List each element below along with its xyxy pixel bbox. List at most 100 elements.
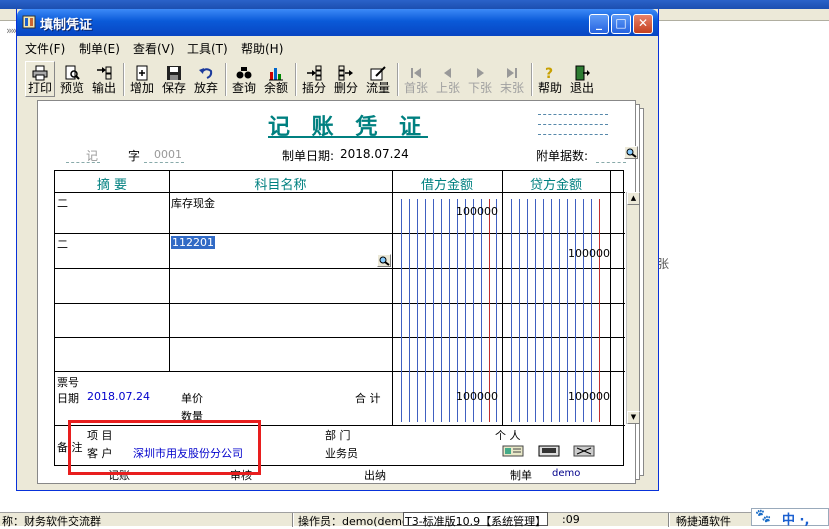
help-label: 帮助 bbox=[537, 81, 562, 95]
voucher-zi-label: 字 bbox=[128, 149, 141, 163]
background-window-titlebar bbox=[0, 0, 829, 9]
menu-bar: 文件(F) 制单(E) 查看(V) 工具(T) 帮助(H) bbox=[17, 37, 658, 57]
exit-button[interactable]: 退出 bbox=[567, 61, 597, 97]
scroll-up-arrow[interactable]: ▲ bbox=[627, 192, 640, 205]
next-voucher-button[interactable]: 下张 bbox=[465, 61, 495, 97]
paw-icon[interactable]: 🐾 bbox=[755, 509, 771, 524]
row-summary[interactable]: 二 bbox=[57, 195, 68, 211]
row-summary[interactable]: 二 bbox=[57, 236, 68, 252]
last-voucher-button[interactable]: 末张 bbox=[497, 61, 527, 97]
print-button[interactable]: 打印 bbox=[25, 61, 55, 97]
menu-view[interactable]: 查看(V) bbox=[133, 40, 175, 57]
credit-digit-line bbox=[527, 199, 528, 422]
discard-button[interactable]: 放弃 bbox=[191, 61, 221, 97]
first-page-icon bbox=[411, 67, 421, 78]
flow-pen-icon bbox=[370, 65, 386, 80]
debit-digit-line bbox=[449, 199, 450, 422]
preview-magnifier-icon bbox=[65, 65, 80, 80]
ime-mode-indicator[interactable]: 中 ·, bbox=[782, 509, 809, 528]
attachments-lookup-button[interactable] bbox=[624, 146, 638, 159]
delete-row-icon bbox=[338, 65, 353, 80]
debit-digit-line bbox=[481, 199, 482, 422]
delete-entry-button[interactable]: 删分 bbox=[331, 61, 361, 97]
status-time: :09 bbox=[562, 513, 580, 526]
window-titlebar[interactable]: 填制凭证 _ □ ✕ bbox=[17, 9, 658, 36]
row-account-selected-text: 112201 bbox=[171, 236, 215, 249]
decorative-dash bbox=[538, 134, 608, 135]
toolbar: 打印 预览 输出 增加 保存 放弃 查询 余额 插分 删分 流量 首张 上张 下… bbox=[17, 59, 658, 99]
menu-voucher[interactable]: 制单(E) bbox=[79, 40, 120, 57]
printer-icon bbox=[32, 65, 48, 80]
cash-flow-button[interactable]: 流量 bbox=[363, 61, 393, 97]
row-account[interactable]: 库存现金 bbox=[171, 195, 215, 211]
magnifier-icon bbox=[626, 148, 637, 158]
query-button[interactable]: 查询 bbox=[229, 61, 259, 97]
maximize-button[interactable]: □ bbox=[611, 14, 631, 34]
column-header-debit: 借方金额 bbox=[420, 178, 473, 193]
voucher-window: 填制凭证 _ □ ✕ 文件(F) 制单(E) 查看(V) 工具(T) 帮助(H)… bbox=[16, 9, 659, 491]
menu-tools[interactable]: 工具(T) bbox=[187, 40, 228, 57]
export-button[interactable]: 输出 bbox=[89, 61, 119, 97]
scroll-down-arrow[interactable]: ▼ bbox=[627, 411, 640, 424]
debit-digit-line bbox=[401, 199, 402, 422]
column-divider bbox=[610, 171, 611, 425]
close-button[interactable]: ✕ bbox=[633, 14, 653, 34]
first-voucher-label: 首张 bbox=[403, 81, 428, 95]
app-icon bbox=[22, 15, 36, 29]
delete-entry-label: 删分 bbox=[333, 81, 358, 95]
balance-label: 余额 bbox=[263, 81, 288, 95]
help-question-icon: ? bbox=[545, 66, 553, 81]
last-page-icon bbox=[507, 67, 517, 78]
remark-tool-button[interactable] bbox=[573, 445, 595, 457]
balance-button[interactable]: 余额 bbox=[261, 61, 291, 97]
prev-voucher-label: 上张 bbox=[435, 81, 460, 95]
salesperson-label: 业务员 bbox=[325, 447, 358, 460]
save-button[interactable]: 保存 bbox=[159, 61, 189, 97]
export-label: 输出 bbox=[91, 81, 116, 95]
attachments-field[interactable] bbox=[596, 147, 626, 163]
keyboard-icon bbox=[538, 445, 560, 457]
ime-toolbar[interactable]: 🐾 中 ·, bbox=[751, 508, 829, 528]
voucher-type-field[interactable]: 记 bbox=[66, 147, 100, 163]
voucher-date-value[interactable]: 2018.07.24 bbox=[340, 147, 409, 161]
credit-digit-line bbox=[511, 199, 512, 422]
insert-entry-label: 插分 bbox=[301, 81, 326, 95]
decorative-dash bbox=[538, 124, 608, 125]
next-page-icon bbox=[477, 67, 484, 78]
debit-digit-line bbox=[465, 199, 466, 422]
column-header-summary: 摘 要 bbox=[96, 178, 128, 193]
background-chevron[interactable]: »» bbox=[6, 24, 18, 37]
row-account-input[interactable]: 112201 bbox=[171, 236, 215, 249]
svg-text:?: ? bbox=[545, 66, 553, 81]
account-lookup-button[interactable] bbox=[377, 254, 391, 267]
add-button[interactable]: 增加 bbox=[127, 61, 157, 97]
help-button[interactable]: ? 帮助 bbox=[535, 61, 565, 97]
debit-digit-line bbox=[441, 199, 442, 422]
remark-tool-button[interactable] bbox=[538, 445, 560, 457]
first-voucher-button[interactable]: 首张 bbox=[401, 61, 431, 97]
row-debit-amount[interactable]: 100000 bbox=[418, 205, 498, 218]
insert-row-icon bbox=[307, 65, 322, 80]
credit-digit-line bbox=[519, 199, 520, 422]
table-scrollbar[interactable]: ▲ ▼ bbox=[626, 192, 640, 424]
debit-digit-line bbox=[473, 199, 474, 422]
row-credit-amount[interactable]: 100000 bbox=[530, 247, 610, 260]
menu-help[interactable]: 帮助(H) bbox=[241, 40, 283, 57]
ticket-date-value[interactable]: 2018.07.24 bbox=[87, 390, 150, 403]
debit-digit-line bbox=[496, 199, 497, 422]
insert-entry-button[interactable]: 插分 bbox=[299, 61, 329, 97]
grid-tool-icon bbox=[573, 445, 595, 457]
menu-file[interactable]: 文件(F) bbox=[25, 40, 65, 57]
prev-voucher-button[interactable]: 上张 bbox=[433, 61, 463, 97]
voucher-number-field[interactable]: 0001 bbox=[144, 147, 184, 163]
row-divider bbox=[55, 268, 625, 269]
status-vendor: 畅捷通软件 bbox=[676, 515, 731, 528]
remark-tool-button[interactable] bbox=[502, 445, 524, 457]
debit-digit-line bbox=[409, 199, 410, 422]
attachments-label: 附单据数: bbox=[536, 149, 589, 163]
status-separator bbox=[668, 513, 670, 527]
status-separator bbox=[292, 513, 294, 527]
minimize-button[interactable]: _ bbox=[589, 14, 609, 34]
preview-button[interactable]: 预览 bbox=[57, 61, 87, 97]
row-divider bbox=[55, 303, 625, 304]
